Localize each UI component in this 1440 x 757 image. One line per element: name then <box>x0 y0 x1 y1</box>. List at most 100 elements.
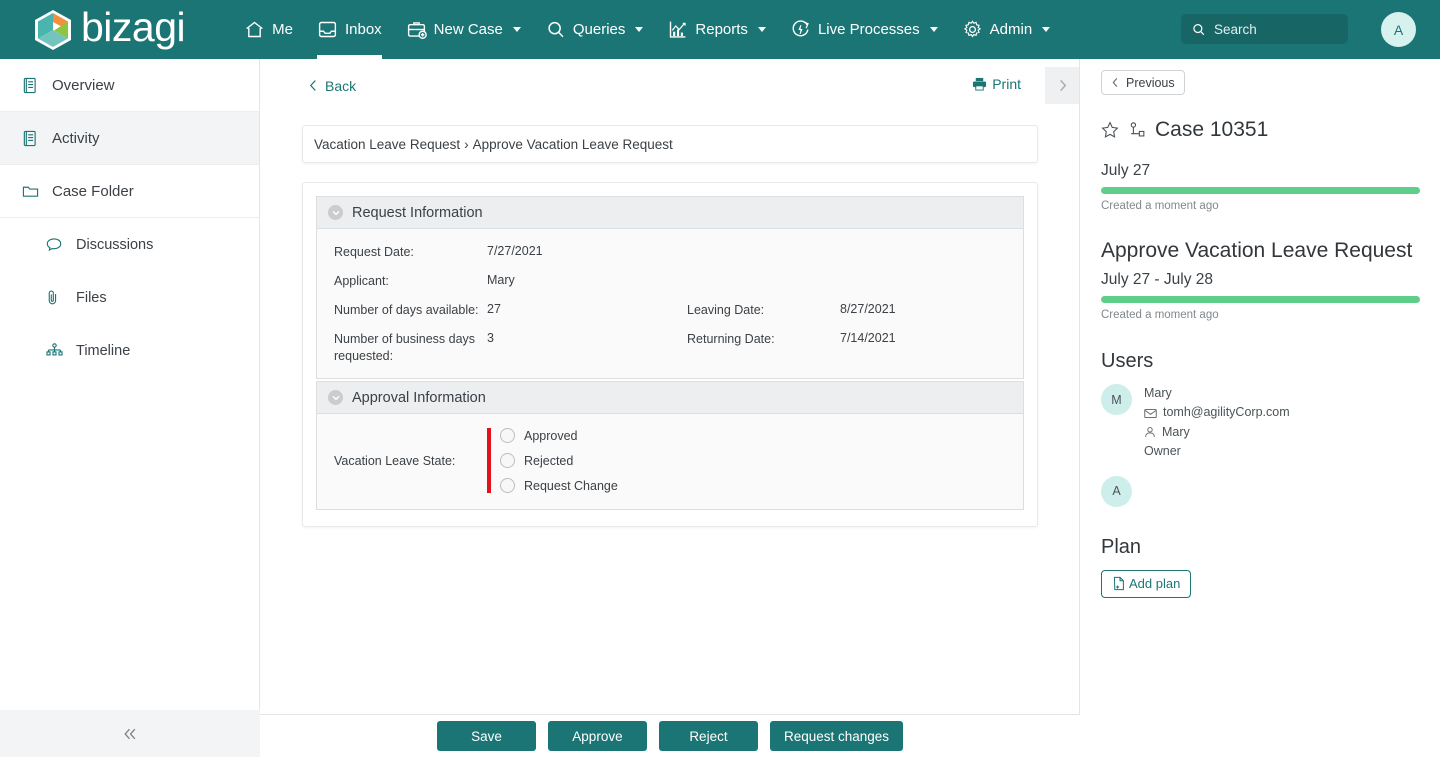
field-leaving-date: Leaving Date: 8/27/2021 <box>670 300 1023 319</box>
home-icon <box>244 19 265 40</box>
stage-block: July 27 Created a moment ago <box>1101 162 1420 212</box>
brand-logo[interactable]: bizagi <box>34 0 186 59</box>
bizagi-hexagon-icon <box>35 9 71 50</box>
user-account: Mary <box>1162 424 1190 439</box>
previous-button[interactable]: Previous <box>1101 70 1185 95</box>
sidebar-item-label: Discussions <box>76 236 154 253</box>
breadcrumb: Vacation Leave Request › Approve Vacatio… <box>302 125 1038 163</box>
user-list-item[interactable]: A <box>1101 475 1420 507</box>
stage-date: July 27 <box>1101 162 1151 179</box>
user-email-line: tomh@agilityCorp.com <box>1144 403 1290 422</box>
approve-button[interactable]: Approve <box>547 721 647 751</box>
section-title: Approval Information <box>352 389 486 406</box>
user-info: Mary tomh@agilityCorp.com Mary Owner <box>1144 384 1290 462</box>
nav-item-new-case[interactable]: New Case <box>394 0 533 59</box>
stage-date: July 27 - July 28 <box>1101 271 1213 288</box>
section-body-request-information: Request Date: 7/27/2021 Applicant: Mary … <box>317 229 1023 379</box>
chevron-down-icon <box>1042 27 1051 32</box>
share-nodes-icon[interactable] <box>1128 121 1146 139</box>
top-navigation-bar: bizagi Me Inbox New Case Queries Reports… <box>0 0 1440 59</box>
radio-circle-icon[interactable] <box>500 478 515 494</box>
sidebar-item-timeline[interactable]: Timeline <box>0 324 259 377</box>
sidebar-item-overview[interactable]: Overview <box>0 59 259 112</box>
field-business-days-requested: Number of business days requested: 3 <box>317 329 670 365</box>
nav-item-inbox[interactable]: Inbox <box>305 0 394 59</box>
search-icon <box>545 19 566 40</box>
field-label: Returning Date: <box>687 331 775 346</box>
stage-progress-bar <box>1101 187 1420 194</box>
save-button[interactable]: Save <box>436 721 536 751</box>
section-header-request-information[interactable]: Request Information <box>317 197 1023 229</box>
nav-item-reports[interactable]: Reports <box>655 0 778 59</box>
avatar: A <box>1101 475 1132 507</box>
field-applicant: Applicant: Mary <box>317 271 670 290</box>
field-vacation-leave-state: Vacation Leave State: Approved Rejected <box>317 428 1023 494</box>
sidebar-item-label: Activity <box>52 129 100 147</box>
add-plan-button[interactable]: Add plan <box>1101 569 1192 598</box>
stage-progress-bar <box>1101 296 1420 303</box>
plan-heading: Plan <box>1101 535 1142 558</box>
radio-option-request-change[interactable]: Request Change <box>500 478 618 494</box>
breadcrumb-separator: › <box>464 136 469 152</box>
sidebar-item-discussions[interactable]: Discussions <box>0 218 259 271</box>
users-heading: Users <box>1101 350 1154 372</box>
user-avatar[interactable]: A <box>1381 12 1416 47</box>
field-label: Applicant: <box>334 273 389 288</box>
sidebar-item-label: Files <box>76 289 107 306</box>
inbox-icon <box>317 19 338 40</box>
nav-item-me[interactable]: Me <box>232 0 305 59</box>
main-content: Back Print Vacation Leave Request › Appr <box>260 59 1080 757</box>
breadcrumb-task: Approve Vacation Leave Request <box>472 136 673 152</box>
search-input[interactable] <box>1214 21 1334 37</box>
star-icon[interactable] <box>1101 121 1119 139</box>
avatar: M <box>1101 384 1132 415</box>
section-body-approval-information: Vacation Leave State: Approved Rejected <box>317 414 1023 510</box>
breadcrumb-process[interactable]: Vacation Leave Request <box>314 137 460 152</box>
global-search[interactable] <box>1181 14 1348 44</box>
person-icon <box>1144 426 1156 438</box>
sidebar-collapse-button[interactable] <box>0 710 260 757</box>
radio-option-approved[interactable]: Approved <box>500 428 618 444</box>
next-case-button[interactable] <box>1045 67 1079 104</box>
user-role: Owner <box>1144 444 1181 459</box>
nav-item-queries[interactable]: Queries <box>533 0 656 59</box>
reject-button[interactable]: Reject <box>658 721 758 751</box>
case-title-row: Case 10351 <box>1101 118 1420 142</box>
radio-label: Request Change <box>524 478 618 493</box>
request-changes-button[interactable]: Request changes <box>769 721 904 751</box>
stage-name: Approve Vacation Leave Request <box>1101 239 1413 262</box>
main-toolbar: Back Print <box>260 59 1079 112</box>
nav-item-admin[interactable]: Admin <box>950 0 1063 59</box>
briefcase-plus-icon <box>406 19 427 40</box>
comment-icon <box>46 237 63 252</box>
field-row: Number of days available: 27 Leaving Dat… <box>317 300 1023 319</box>
section-title: Request Information <box>352 204 483 221</box>
radio-circle-icon[interactable] <box>500 453 515 469</box>
radio-label: Rejected <box>524 453 574 468</box>
sidebar-item-case-folder[interactable]: Case Folder <box>0 165 259 218</box>
nav-item-live-processes[interactable]: Live Processes <box>778 0 950 59</box>
nav-label: Queries <box>572 21 626 38</box>
case-form-card: Request Information Request Date: 7/27/2… <box>302 182 1038 528</box>
user-list-item[interactable]: M Mary tomh@agilityCorp.com Mary Owner <box>1101 384 1420 462</box>
section-request-information: Request Information Request Date: 7/27/2… <box>316 196 1024 380</box>
brand-wordmark: bizagi <box>81 4 186 50</box>
timeline-icon <box>46 343 63 358</box>
section-header-approval-information[interactable]: Approval Information <box>317 382 1023 415</box>
field-label: Vacation Leave State: <box>334 453 456 468</box>
chevron-down-icon <box>757 27 766 32</box>
sidebar-item-files[interactable]: Files <box>0 271 259 324</box>
radio-option-rejected[interactable]: Rejected <box>500 453 618 469</box>
field-label: Number of days available: <box>334 302 479 317</box>
field-value: 8/27/2021 <box>840 301 896 316</box>
radio-circle-icon[interactable] <box>500 428 515 444</box>
radio-label: Approved <box>524 428 578 443</box>
print-button[interactable]: Print <box>972 76 1021 92</box>
live-processes-icon <box>790 19 811 40</box>
nav-label: Admin <box>989 21 1033 38</box>
field-row: Number of business days requested: 3 Ret… <box>317 329 1023 365</box>
sidebar-item-activity[interactable]: Activity <box>0 112 259 165</box>
chevron-down-icon <box>328 205 343 220</box>
back-button[interactable]: Back <box>308 78 356 94</box>
field-returning-date: Returning Date: 7/14/2021 <box>670 329 1023 365</box>
